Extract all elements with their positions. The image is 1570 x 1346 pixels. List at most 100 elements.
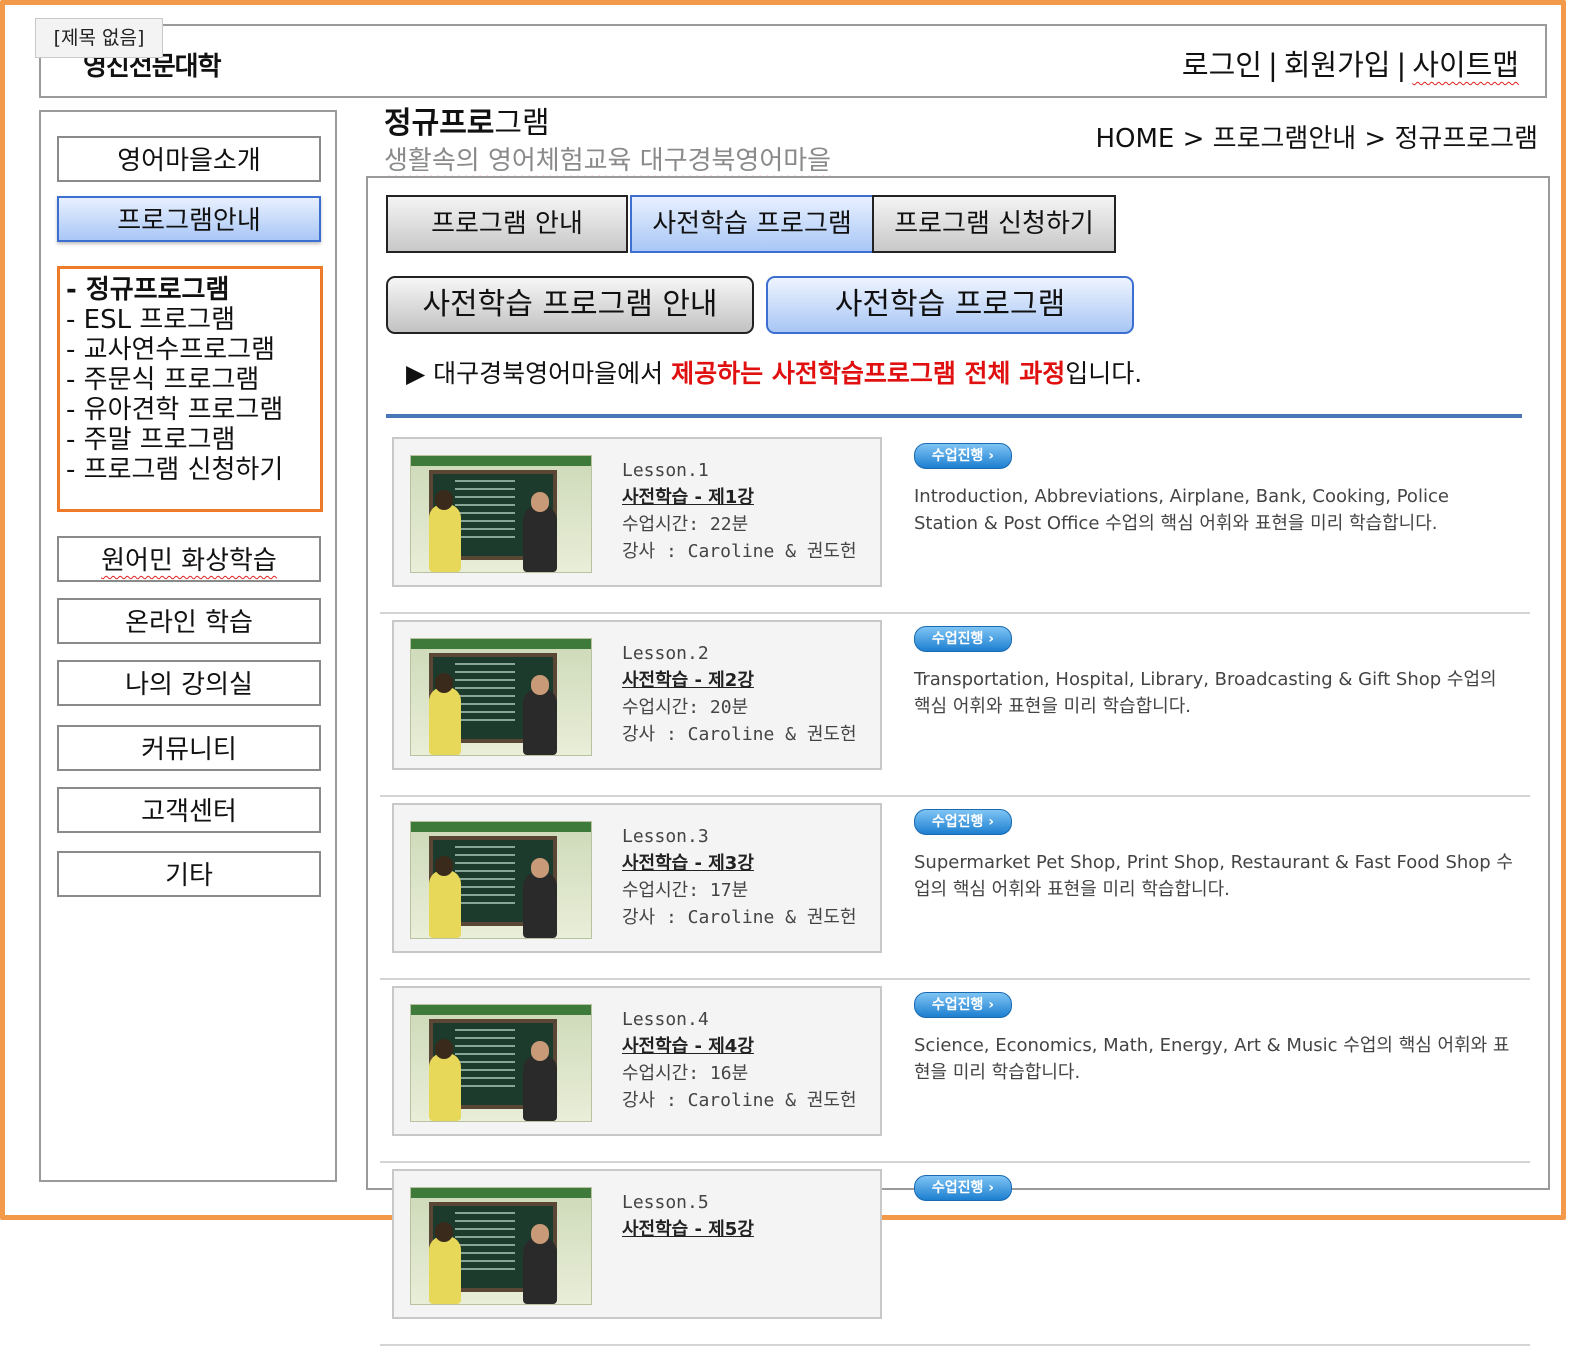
lesson-row: Lesson.1 사전학습 - 제1강수업시간: 22분강사 : Caroline… bbox=[380, 429, 1530, 614]
program-submenu: - 정규프로그램 - ESL 프로그램 - 교사연수프로그램 - 주문식 프로그… bbox=[57, 266, 323, 512]
thumbnail-instructor-1-head bbox=[435, 1222, 453, 1242]
lesson-number: Lesson.2 bbox=[622, 643, 709, 664]
lesson-title[interactable]: 사전학습 - 제4강 bbox=[622, 1033, 857, 1060]
start-lesson-button[interactable]: 수업진행 › bbox=[914, 809, 1012, 835]
lesson-teacher: 강사 : Caroline & 권도헌 bbox=[622, 907, 857, 928]
thumbnail-board-text bbox=[455, 663, 515, 723]
lesson-row: Lesson.5 사전학습 - 제5강 수업진행 › bbox=[380, 1161, 1530, 1346]
thumbnail-board-text bbox=[455, 480, 515, 540]
submenu-item-esl[interactable]: - ESL 프로그램 bbox=[66, 305, 320, 335]
lesson-title[interactable]: 사전학습 - 제5강 bbox=[622, 1216, 754, 1243]
thumbnail-board-text bbox=[455, 1029, 515, 1089]
lesson-description: Science, Economics, Math, Energy, Art & … bbox=[914, 1035, 1510, 1083]
sidebar-item-support[interactable]: 고객센터 bbox=[57, 787, 321, 833]
lesson-teacher: 강사 : Caroline & 권도헌 bbox=[622, 724, 857, 745]
thumbnail-instructor-2-head bbox=[531, 1041, 549, 1061]
lesson-duration: 수업시간: 22분 bbox=[622, 514, 749, 535]
thumbnail-banner bbox=[411, 822, 591, 832]
sidebar-item-intro[interactable]: 영어마을소개 bbox=[57, 136, 321, 182]
lesson-number: Lesson.4 bbox=[622, 1009, 709, 1030]
lesson-card: Lesson.2 사전학습 - 제2강수업시간: 20분강사 : Caroline… bbox=[392, 620, 882, 770]
lesson-info: Lesson.1 사전학습 - 제1강수업시간: 22분강사 : Caroline… bbox=[622, 457, 857, 565]
tab-prestudy[interactable]: 사전학습 프로그램 bbox=[630, 195, 874, 253]
lesson-number: Lesson.3 bbox=[622, 826, 709, 847]
lesson-description: Transportation, Hospital, Library, Broad… bbox=[914, 669, 1497, 717]
thumbnail-banner bbox=[411, 1188, 591, 1198]
thumbnail-instructor-1 bbox=[429, 687, 461, 755]
lesson-info: Lesson.4 사전학습 - 제4강수업시간: 16분강사 : Caroline… bbox=[622, 1006, 857, 1114]
lesson-title[interactable]: 사전학습 - 제2강 bbox=[622, 667, 857, 694]
start-lesson-button[interactable]: 수업진행 › bbox=[914, 626, 1012, 652]
thumbnail-instructor-1-head bbox=[435, 490, 453, 510]
submenu-item-weekend[interactable]: - 주말 프로그램 bbox=[66, 425, 320, 455]
site-header: 영진전문대학 로그인 | 회원가입 | 사이트맵 bbox=[39, 24, 1547, 98]
lesson-card: Lesson.5 사전학습 - 제5강 bbox=[392, 1169, 882, 1319]
window-tab-title[interactable]: [제목 없음] bbox=[35, 18, 163, 58]
lesson-thumbnail[interactable] bbox=[410, 1004, 592, 1122]
thumbnail-instructor-2-head bbox=[531, 1224, 549, 1244]
sidebar-item-etc[interactable]: 기타 bbox=[57, 851, 321, 897]
lesson-card: Lesson.3 사전학습 - 제3강 수업시간: 17분 강사 : Caroline… bbox=[392, 803, 882, 953]
submenu-item-teacher[interactable]: - 교사연수프로그램 bbox=[66, 335, 320, 365]
lesson-duration: 수업시간: 16분 bbox=[622, 1063, 749, 1084]
lesson-number: Lesson.5 bbox=[622, 1192, 709, 1213]
lesson-card: Lesson.1 사전학습 - 제1강수업시간: 22분강사 : Caroline… bbox=[392, 437, 882, 587]
lesson-description: Introduction, Abbreviations, Airplane, B… bbox=[914, 486, 1449, 534]
thumbnail-board-text bbox=[455, 1212, 515, 1272]
thumbnail-instructor-1-head bbox=[435, 673, 453, 693]
lesson-thumbnail[interactable] bbox=[410, 638, 592, 756]
tab-apply[interactable]: 프로그램 신청하기 bbox=[872, 195, 1116, 253]
thumbnail-banner bbox=[411, 639, 591, 649]
sidebar-item-programs[interactable]: 프로그램안내 bbox=[57, 196, 321, 242]
lesson-row: Lesson.3 사전학습 - 제3강 수업시간: 17분 강사 : Caroline… bbox=[380, 795, 1530, 980]
lesson-thumbnail[interactable] bbox=[410, 821, 592, 939]
page-title: 정규프로그램 bbox=[384, 106, 550, 141]
lesson-number: Lesson.1 bbox=[622, 460, 709, 481]
divider bbox=[386, 414, 1522, 418]
sidebar-item-video[interactable]: 원어민 화상학습 bbox=[57, 536, 321, 582]
thumbnail-instructor-2 bbox=[523, 506, 557, 572]
submenu-item-regular[interactable]: - 정규프로그램 bbox=[66, 275, 320, 305]
thumbnail-instructor-1 bbox=[429, 1053, 461, 1121]
tab-program-info[interactable]: 프로그램 안내 bbox=[386, 195, 628, 253]
lesson-thumbnail[interactable] bbox=[410, 455, 592, 573]
lesson-info: Lesson.3 사전학습 - 제3강 수업시간: 17분 강사 : Caroline… bbox=[622, 823, 857, 931]
start-lesson-button[interactable]: 수업진행 › bbox=[914, 1175, 1012, 1201]
notice-text: ▶ 대구경북영어마을에서 제공하는 사전학습프로그램 전체 과정입니다. bbox=[406, 359, 1143, 388]
sidebar-item-online[interactable]: 온라인 학습 bbox=[57, 598, 321, 644]
login-link[interactable]: 로그인 bbox=[1182, 48, 1262, 82]
page-subtitle: 생활속의 영어체험교육 대구경북영어마을 bbox=[384, 146, 832, 176]
breadcrumb: HOME > 프로그램안내 > 정규프로그램 bbox=[1095, 124, 1538, 154]
thumbnail-instructor-1-head bbox=[435, 856, 453, 876]
lesson-teacher: 강사 : Caroline & 권도헌 bbox=[622, 541, 857, 562]
thumbnail-instructor-1 bbox=[429, 1236, 461, 1304]
sitemap-link[interactable]: 사이트맵 bbox=[1412, 48, 1519, 82]
sidebar-item-myclass[interactable]: 나의 강의실 bbox=[57, 660, 321, 706]
thumbnail-instructor-2 bbox=[523, 872, 557, 938]
lesson-duration: 수업시간: 20분 bbox=[622, 697, 749, 718]
lesson-description: Supermarket Pet Shop, Print Shop, Restau… bbox=[914, 852, 1513, 900]
lesson-teacher: 강사 : Caroline & 권도헌 bbox=[622, 1090, 857, 1111]
signup-link[interactable]: 회원가입 bbox=[1284, 48, 1391, 82]
subtab-prestudy-program[interactable]: 사전학습 프로그램 bbox=[766, 276, 1134, 334]
lesson-title[interactable]: 사전학습 - 제1강 bbox=[622, 484, 857, 511]
thumbnail-instructor-2 bbox=[523, 1238, 557, 1304]
sidebar-item-community[interactable]: 커뮤니티 bbox=[57, 725, 321, 771]
lesson-thumbnail[interactable] bbox=[410, 1187, 592, 1305]
submenu-item-custom[interactable]: - 주문식 프로그램 bbox=[66, 365, 320, 395]
start-lesson-button[interactable]: 수업진행 › bbox=[914, 992, 1012, 1018]
start-lesson-button[interactable]: 수업진행 › bbox=[914, 443, 1012, 469]
sidebar: 영어마을소개 프로그램안내 - 정규프로그램 - ESL 프로그램 - 교사연수… bbox=[39, 110, 337, 1182]
thumbnail-banner bbox=[411, 1005, 591, 1015]
thumbnail-instructor-2-head bbox=[531, 675, 549, 695]
lesson-info: Lesson.5 사전학습 - 제5강 bbox=[622, 1189, 754, 1243]
thumbnail-instructor-1 bbox=[429, 870, 461, 938]
subtab-prestudy-info[interactable]: 사전학습 프로그램 안내 bbox=[386, 276, 754, 334]
lesson-row: Lesson.2 사전학습 - 제2강수업시간: 20분강사 : Caroline… bbox=[380, 612, 1530, 797]
lesson-title[interactable]: 사전학습 - 제3강 bbox=[622, 850, 857, 877]
thumbnail-instructor-2-head bbox=[531, 492, 549, 512]
thumbnail-instructor-2-head bbox=[531, 858, 549, 878]
submenu-item-kinder[interactable]: - 유아견학 프로그램 bbox=[66, 395, 320, 425]
main-content: 프로그램 안내 사전학습 프로그램 프로그램 신청하기 사전학습 프로그램 안내… bbox=[366, 176, 1550, 1346]
submenu-item-apply[interactable]: - 프로그램 신청하기 bbox=[66, 455, 320, 485]
